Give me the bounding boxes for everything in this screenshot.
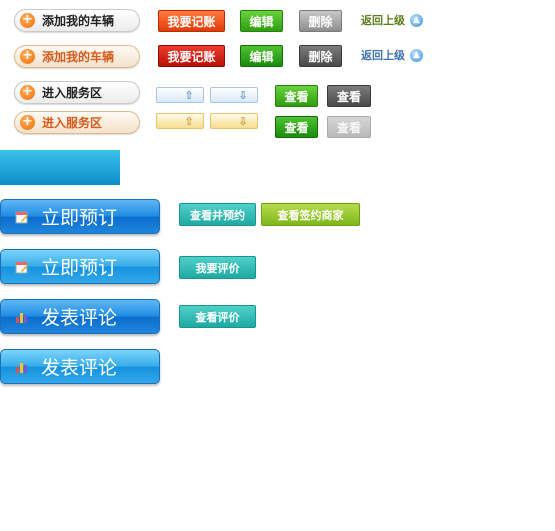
back-link[interactable]: 返回上级 ▲ — [361, 12, 423, 28]
view-button-dark[interactable]: 查看 — [327, 85, 371, 107]
post-comment-button-hover[interactable]: 发表评论 — [0, 349, 160, 384]
plus-icon: + — [20, 49, 35, 64]
edit-button-hover[interactable]: 编辑 — [240, 45, 283, 67]
my-review-button[interactable]: 我要评价 — [179, 256, 256, 279]
view-reviews-button[interactable]: 查看评价 — [179, 305, 256, 328]
scroll-down-button[interactable]: ⇩ — [210, 87, 258, 103]
view-button[interactable]: 查看 — [275, 85, 318, 107]
view-button-disabled[interactable]: 查看 — [327, 116, 371, 138]
scroll-up-button-hover[interactable]: ⇧ — [156, 113, 204, 129]
book-now-button[interactable]: 立即预订 — [0, 199, 160, 234]
add-car-button-hover[interactable]: + 添加我的车辆 — [14, 45, 140, 68]
bar-chart-icon — [16, 362, 27, 373]
enter-service-button-hover[interactable]: + 进入服务区 — [14, 111, 140, 134]
plus-icon: + — [20, 115, 35, 130]
scroll-up-button[interactable]: ⇧ — [156, 87, 204, 103]
record-button[interactable]: 我要记账 — [158, 10, 225, 32]
enter-service-hover-label: 进入服务区 — [42, 116, 103, 130]
record-button-hover[interactable]: 我要记账 — [158, 45, 225, 67]
arrow-down-icon: ⇩ — [238, 114, 248, 128]
enter-service-label: 进入服务区 — [42, 86, 103, 100]
delete-button-hover[interactable]: 删除 — [299, 45, 342, 67]
enter-service-button[interactable]: + 进入服务区 — [14, 81, 140, 104]
arrow-up-icon: ⇧ — [184, 88, 194, 102]
delete-button[interactable]: 删除 — [299, 10, 342, 32]
bar-chart-icon — [16, 312, 27, 323]
add-car-label: 添加我的车辆 — [42, 14, 115, 28]
blue-bar — [0, 150, 120, 185]
calendar-edit-icon — [15, 211, 28, 223]
post-comment-button[interactable]: 发表评论 — [0, 299, 160, 334]
arrow-up-icon: ▲ — [410, 13, 423, 27]
back-link-hover[interactable]: 返回上级 ▲ — [361, 47, 423, 63]
post-comment-label: 发表评论 — [41, 307, 118, 329]
back-link-label: 返回上级 — [361, 14, 405, 27]
arrow-down-icon: ⇩ — [238, 88, 248, 102]
plus-icon: + — [20, 13, 35, 28]
back-link-hover-label: 返回上级 — [361, 49, 405, 62]
view-button-pressed[interactable]: 查看 — [275, 116, 318, 138]
plus-icon: + — [20, 85, 35, 100]
arrow-up-icon: ▲ — [410, 48, 423, 62]
add-car-hover-label: 添加我的车辆 — [42, 50, 115, 64]
add-car-button[interactable]: + 添加我的车辆 — [14, 9, 140, 32]
view-and-book-button[interactable]: 查看并预约 — [179, 203, 256, 226]
edit-button[interactable]: 编辑 — [240, 10, 283, 32]
book-now-hover-label: 立即预订 — [41, 257, 118, 279]
book-now-button-hover[interactable]: 立即预订 — [0, 249, 160, 284]
scroll-down-button-hover[interactable]: ⇩ — [210, 113, 258, 129]
post-comment-hover-label: 发表评论 — [41, 357, 118, 379]
calendar-edit-icon — [15, 261, 28, 273]
view-merchants-button[interactable]: 查看签约商家 — [261, 203, 360, 226]
book-now-label: 立即预订 — [41, 207, 118, 229]
arrow-up-icon: ⇧ — [184, 114, 194, 128]
